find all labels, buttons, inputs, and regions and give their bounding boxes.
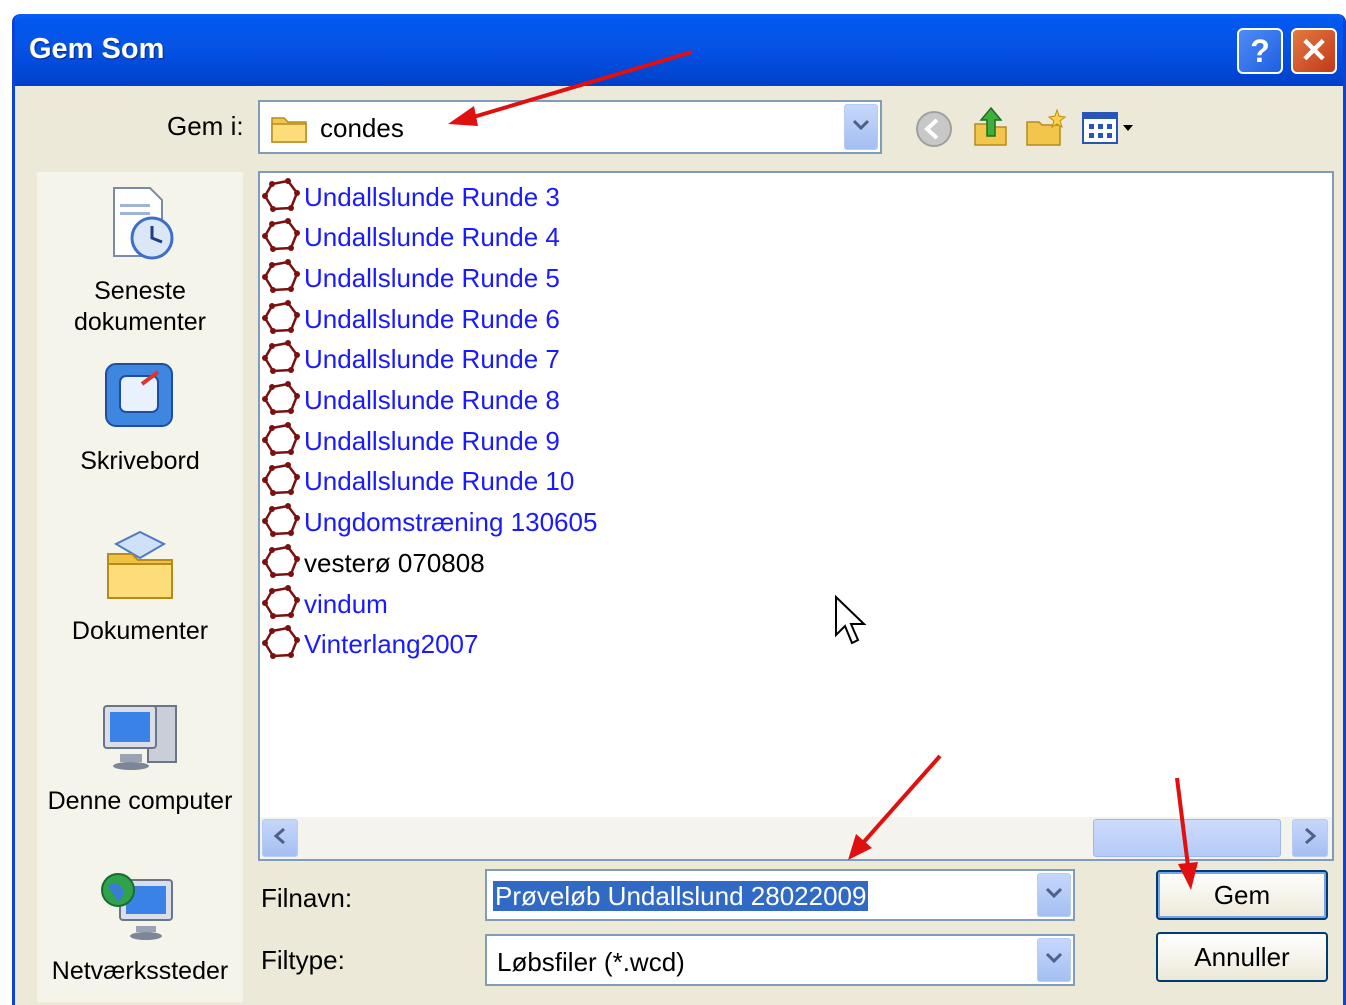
dialog-title: Gem Som <box>29 33 165 65</box>
file-list[interactable]: Undallslunde Runde 3 Undallslunde Runde 4… <box>258 171 1334 861</box>
cancel-button[interactable]: Annuller <box>1156 932 1328 982</box>
file-name: Undallslunde Runde 8 <box>304 385 560 415</box>
file-list-item[interactable]: Undallslunde Runde 10 <box>262 462 574 502</box>
file-name: Undallslunde Runde 3 <box>304 181 560 212</box>
place-network-places-label: Netværkssteder <box>51 957 229 985</box>
place-recent-documents-label: Seneste dokumenter <box>73 277 207 336</box>
course-file-icon <box>262 584 300 624</box>
course-file-icon <box>262 462 300 501</box>
filetype-value: Løbsfiler (*.wcd) <box>497 947 685 977</box>
place-desktop-label: Skrivebord <box>80 447 200 475</box>
place-my-documents[interactable]: Dokumenter <box>37 528 243 647</box>
file-name: Undallslunde Runde 4 <box>304 222 560 253</box>
places-bar: Seneste dokumenter Skrivebord Dokumenter… <box>37 172 243 1002</box>
new-folder-icon[interactable] <box>1025 108 1067 153</box>
place-my-documents-label: Dokumenter <box>71 617 209 645</box>
course-file-icon <box>262 421 300 461</box>
chevron-down-icon <box>1045 886 1063 904</box>
file-list-item[interactable]: Undallslunde Runde 9 <box>262 421 560 461</box>
up-folder-icon[interactable] <box>971 106 1011 153</box>
course-file-icon <box>262 625 300 664</box>
view-menu-icon[interactable] <box>1081 111 1137 150</box>
filename-dropdown-arrow[interactable] <box>1037 873 1071 917</box>
save-in-label: Gem i: <box>167 111 244 141</box>
file-name: Undallslunde Runde 5 <box>304 262 560 293</box>
chevron-left-icon <box>273 827 287 850</box>
course-file-icon <box>262 340 300 379</box>
scroll-left-button[interactable] <box>262 819 298 857</box>
course-file-icon <box>262 381 300 420</box>
my-computer-icon <box>37 698 243 782</box>
file-list-item[interactable]: Undallslunde Runde 5 <box>262 258 560 298</box>
course-file-icon <box>262 218 300 257</box>
file-list-item[interactable]: Undallslunde Runde 8 <box>262 381 560 421</box>
filetype-dropdown[interactable]: Løbsfiler (*.wcd) <box>485 934 1075 986</box>
file-list-item[interactable]: Ungdomstræning 130605 <box>262 503 597 543</box>
chevron-right-icon <box>1303 827 1317 850</box>
save-in-value: condes <box>320 113 404 143</box>
scrollbar-thumb[interactable] <box>1093 819 1281 857</box>
filename-value: Prøveløb Undallslund 28022009 <box>493 881 869 911</box>
place-recent-documents[interactable]: Seneste dokumenter <box>37 182 243 338</box>
file-name: vindum <box>304 588 388 619</box>
file-list-item[interactable]: vindum <box>262 584 388 624</box>
file-name: vesterø 070808 <box>304 547 485 578</box>
course-file-icon <box>262 543 300 583</box>
network-places-icon <box>37 868 243 952</box>
file-list-item[interactable]: Undallslunde Runde 4 <box>262 218 560 258</box>
horizontal-scrollbar[interactable] <box>260 817 1332 859</box>
save-in-dropdown-arrow[interactable] <box>844 104 878 150</box>
file-name: Vinterlang2007 <box>304 629 479 660</box>
save-button[interactable]: Gem <box>1156 870 1328 920</box>
course-file-icon <box>262 503 300 542</box>
filename-input[interactable]: Prøveløb Undallslund 28022009 <box>485 869 1075 921</box>
back-icon[interactable] <box>915 110 953 153</box>
scroll-right-button[interactable] <box>1292 819 1328 857</box>
place-my-computer[interactable]: Denne computer <box>37 698 243 817</box>
file-name: Undallslunde Runde 6 <box>304 303 560 334</box>
save-in-dropdown[interactable]: condes <box>258 100 882 154</box>
filename-label: Filnavn: <box>261 883 353 913</box>
folder-icon <box>270 112 308 149</box>
place-my-computer-label: Denne computer <box>47 787 233 815</box>
mouse-cursor-icon <box>834 594 868 652</box>
file-list-item[interactable]: Undallslunde Runde 7 <box>262 340 560 380</box>
file-list-item[interactable]: Vinterlang2007 <box>262 625 478 665</box>
close-button[interactable]: ✕ <box>1291 28 1337 74</box>
file-name: Undallslunde Runde 10 <box>304 466 575 497</box>
help-button[interactable]: ? <box>1237 28 1283 74</box>
file-list-item[interactable]: Undallslunde Runde 6 <box>262 299 560 339</box>
file-name: Undallslunde Runde 7 <box>304 344 560 375</box>
place-desktop[interactable]: Skrivebord <box>37 358 243 477</box>
file-list-item[interactable]: vesterø 070808 <box>262 543 485 583</box>
place-network-places[interactable]: Netværkssteder <box>37 868 243 987</box>
recent-documents-icon <box>37 182 243 272</box>
save-as-dialog: Gem Som ? ✕ Gem i: condes Seneste dokume… <box>12 14 1346 1005</box>
course-file-icon <box>262 258 300 298</box>
file-name: Ungdomstræning 130605 <box>304 507 598 538</box>
file-list-item[interactable]: Undallslunde Runde 3 <box>262 177 560 217</box>
course-file-icon <box>262 177 300 217</box>
chevron-down-icon <box>1045 951 1063 969</box>
title-bar[interactable]: Gem Som ? ✕ <box>15 14 1343 86</box>
filetype-dropdown-arrow[interactable] <box>1037 938 1071 982</box>
desktop-icon <box>37 358 243 442</box>
course-file-icon <box>262 299 300 339</box>
file-name: Undallslunde Runde 9 <box>304 425 560 456</box>
my-documents-icon <box>37 528 243 612</box>
chevron-down-icon <box>852 118 870 136</box>
filetype-label: Filtype: <box>261 945 345 975</box>
